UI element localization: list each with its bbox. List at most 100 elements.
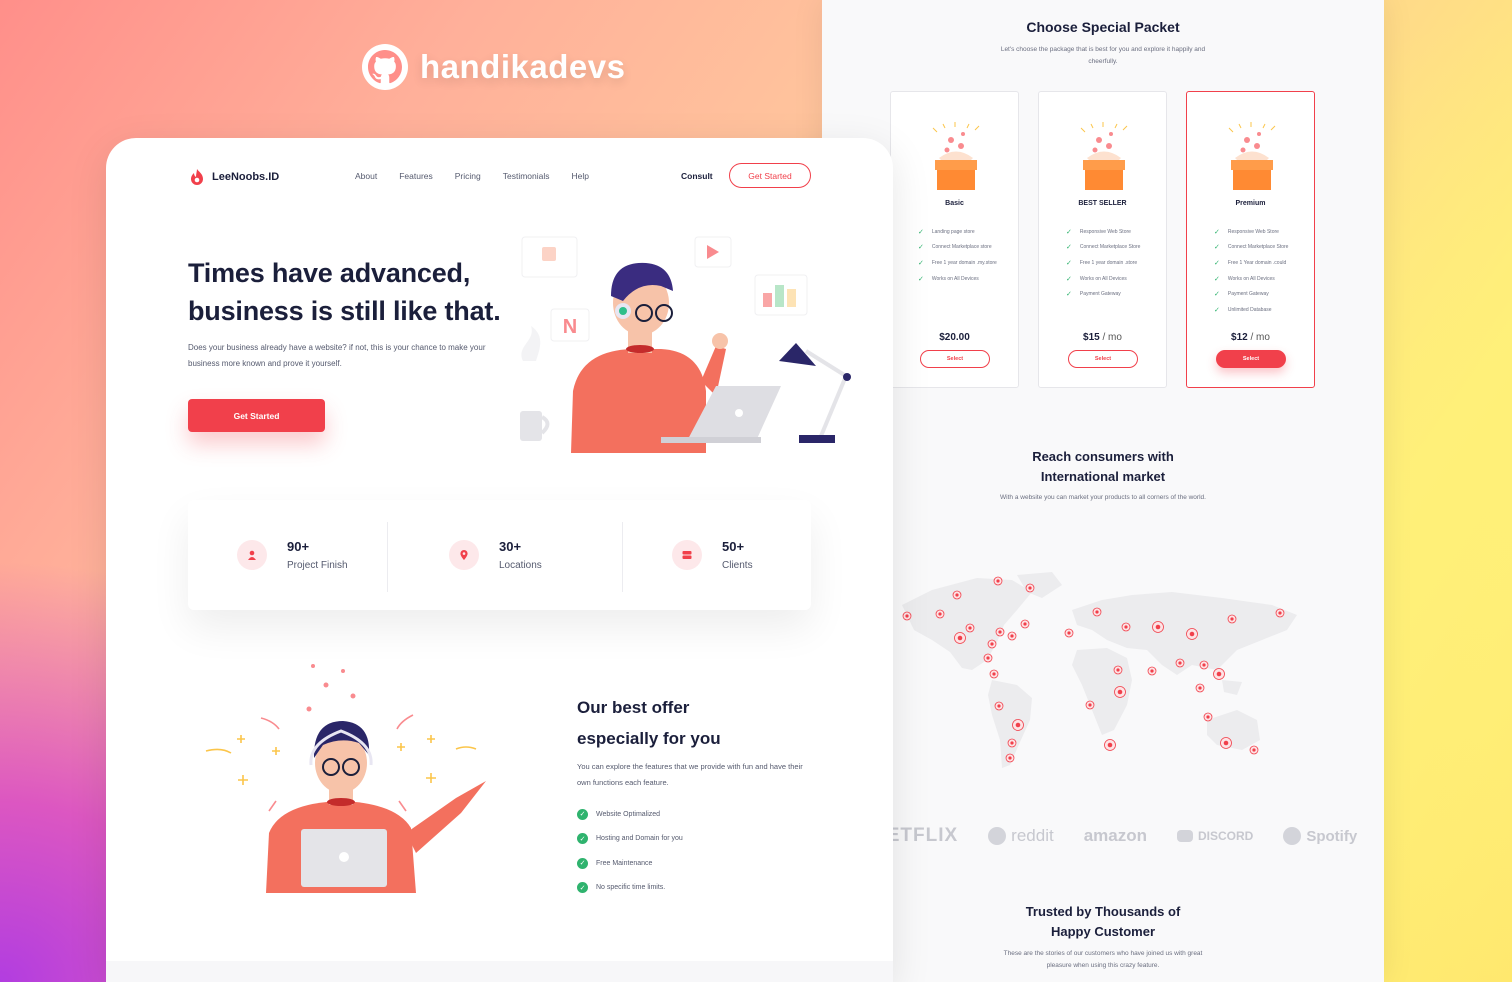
check-icon: ✓ [1066,228,1072,236]
plan-feature-label: Responsive Web Store [1079,228,1131,235]
steam-shape [521,326,541,361]
bar-icon [775,285,784,307]
stat-locations: 30+ Locations [449,500,542,610]
nav-get-started-button[interactable]: Get Started [729,163,811,188]
map-marker-dot [1028,586,1032,590]
gift-box-icon [1080,122,1128,190]
nav-links: About Features Pricing Testimonials Help [355,171,611,181]
gift-box-icon [1228,122,1276,190]
market-title: Reach consumers with International marke… [822,447,1384,487]
plan-feature-label: Connect Marketplace Store [1227,244,1289,251]
person-hand [712,333,728,349]
map-marker-dot [1206,715,1210,719]
nav-link-testimonials[interactable]: Testimonials [503,171,550,181]
site-logo-text: LeeNoobs.ID [212,171,280,183]
gift-box-icon [932,122,980,190]
discord-logo: DISCORD [1177,829,1253,843]
hero-title-line2: business is still like that. [188,296,501,326]
stat-divider [622,522,623,592]
world-map [902,572,1297,768]
map-marker-dot [938,612,942,616]
hero-title: Times have advanced, business is still l… [188,254,528,330]
select-plan-best-seller-button[interactable]: Select [1068,350,1138,368]
nav-link-help[interactable]: Help [572,171,589,181]
list-item: ✓ Unlimited Database [1214,302,1288,318]
hero-get-started-button[interactable]: Get Started [188,399,325,432]
check-icon: ✓ [1214,244,1220,252]
plan-price: $15 / mo [1039,332,1166,343]
map-marker-dot [1010,741,1014,745]
nav-link-pricing[interactable]: Pricing [455,171,481,181]
check-icon: ✓ [1066,259,1072,267]
map-marker-dot [998,630,1002,634]
map-marker-dot [1067,631,1071,635]
site-logo[interactable]: LeeNoobs.ID [188,168,279,186]
list-item: ✓ Hosting and Domain for you [577,827,683,852]
consult-link[interactable]: Consult [681,171,713,181]
stat-value: 50+ [722,539,745,554]
plan-feature-label: Landing page store [931,228,975,235]
select-plan-premium-button[interactable]: Select [1216,350,1286,368]
map-marker-dot [1116,668,1120,672]
map-marker-dot [957,635,963,641]
map-marker-dot [1008,756,1012,760]
plan-name: Premium [1235,200,1266,207]
stat-label: Clients [722,560,753,571]
feature-label: Hosting and Domain for you [596,835,683,843]
stat-value: 30+ [499,539,522,554]
list-item: ✓ Payment Gateway [1214,286,1288,302]
map-marker-dot [1230,617,1234,621]
map-marker-dot [1189,631,1195,637]
stat-value: 90+ [287,539,310,554]
brand-header: handikadevs [362,44,625,90]
feature-label: No specific time limits. [596,884,666,892]
testimonials-title-line1: Trusted by Thousands of [1025,904,1181,919]
offer-title: Our best offer especially for you [577,692,807,754]
heart-icons [306,664,356,712]
spotify-logo-text: Spotify [1306,827,1358,845]
map-marker-dot [986,656,990,660]
list-item: ✓ Works on All Devices [918,271,997,287]
hero-illustration: N [520,236,851,453]
reddit-logo-text: reddit [1011,826,1054,845]
testimonials-subtitle: These are the stories of our customers w… [1003,950,1203,969]
check-icon: ✓ [1214,306,1220,314]
plan-name: BEST SELLER [1078,200,1127,207]
amazon-logo: amazon [1083,826,1147,845]
testimonials-title-line2: Happy Customer [1050,924,1156,939]
offer-description: You can explore the features that we pro… [577,762,803,787]
map-marker-dot [997,704,1001,708]
nav-link-about[interactable]: About [355,171,377,181]
nav-link-features[interactable]: Features [399,171,433,181]
check-icon: ✓ [1214,291,1220,299]
map-marker-dot [1150,669,1154,673]
list-item: ✓ No specific time limits. [577,876,683,901]
plan-name: Basic [945,200,964,207]
select-plan-basic-button[interactable]: Select [920,350,990,368]
plan-feature-label: Free 1 Year domain .could [1227,259,1287,266]
market-title-line1: Reach consumers with [1032,449,1174,464]
check-icon: ✓ [1214,259,1220,267]
feature-label: Website Optimalized [596,810,661,818]
offer-title-line1: Our best offer [577,698,690,717]
market-subtitle: With a website you can market your produ… [1000,494,1206,501]
flame-logo-icon [191,169,203,185]
testimonials-title: Trusted by Thousands of Happy Customer [822,902,1384,942]
server-icon [672,540,702,570]
plan-feature-label: Works on All Devices [1227,275,1275,282]
map-marker-dot [1023,622,1027,626]
partner-logos: NETFLIX reddit amazon DISCORD Spotify [872,825,1357,847]
check-icon: ✓ [577,808,588,820]
list-item: ✓ Landing page store [918,224,997,240]
market-title-line2: International market [1040,469,1166,484]
list-item: ✓ Free 1 year domain .store [1066,255,1140,271]
map-marker-dot [1015,722,1021,728]
offer-feature-list: ✓ Website Optimalized ✓ Hosting and Domain… [577,802,683,900]
stats-panel: 90+ Project Finish 30+ Locations 50+ Client… [188,500,811,610]
map-marker-dot [990,642,994,646]
plan-best-seller-card: BEST SELLER ✓ Responsive Web Store ✓ Connect… [1038,91,1167,388]
plan-feature-label: Free 1 year domain .my.store [931,259,997,266]
offer-illustration [205,664,486,893]
location-pin-icon [449,540,479,570]
list-item: ✓ Connect Marketplace Store [1214,240,1288,256]
